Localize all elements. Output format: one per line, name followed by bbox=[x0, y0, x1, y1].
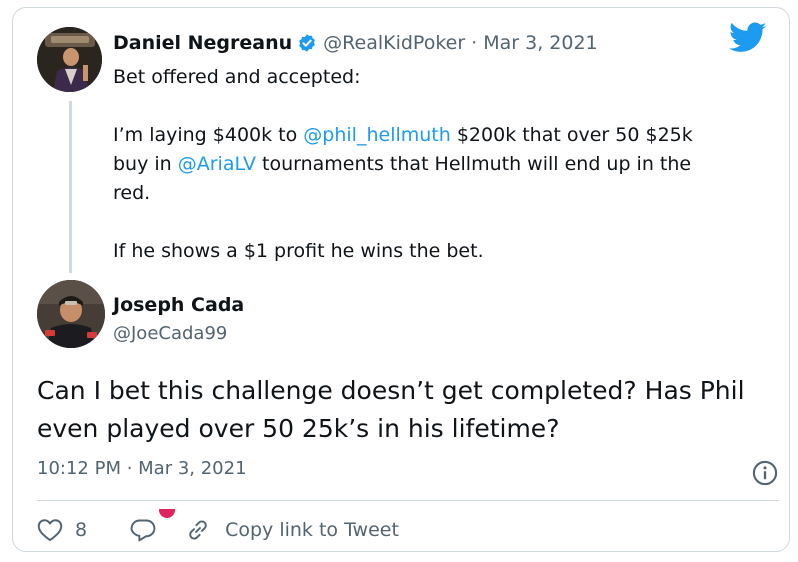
like-count: 8 bbox=[75, 519, 88, 541]
info-icon[interactable] bbox=[751, 459, 779, 487]
mention-arialv[interactable]: @AriaLV bbox=[178, 153, 256, 175]
quoted-paragraph-2: If he shows a $1 profit he wins the bet. bbox=[113, 240, 484, 262]
avatar-joseph-cada[interactable] bbox=[37, 280, 105, 348]
quoted-author-handle[interactable]: @RealKidPoker bbox=[323, 32, 465, 54]
mention-phil-hellmuth[interactable]: @phil_hellmuth bbox=[303, 124, 451, 146]
notification-indicator bbox=[159, 509, 176, 518]
thread-connector-line bbox=[69, 101, 72, 273]
avatar-daniel-negreanu[interactable] bbox=[37, 27, 102, 92]
tweet-embed-card: Daniel Negreanu @RealKidPoker · Mar 3, 2… bbox=[12, 7, 790, 552]
like-button[interactable]: 8 bbox=[37, 518, 87, 542]
tweet-timestamp[interactable]: 10:12 PM · Mar 3, 2021 bbox=[37, 458, 247, 479]
heart-icon bbox=[37, 519, 63, 542]
main-author-name[interactable]: Joseph Cada bbox=[113, 294, 244, 316]
main-tweet-text: Can I bet this challenge doesn’t get com… bbox=[37, 376, 745, 443]
quoted-tweet-date[interactable]: Mar 3, 2021 bbox=[483, 32, 597, 54]
quoted-tweet-header: Daniel Negreanu @RealKidPoker · Mar 3, 2… bbox=[113, 30, 598, 56]
quoted-paragraph-1: I’m laying $400k to @phil_hellmuth $200k… bbox=[113, 121, 723, 208]
para1-text-a: I’m laying $400k to bbox=[113, 124, 304, 146]
twitter-bird-icon[interactable] bbox=[729, 22, 767, 54]
reply-bubble-icon bbox=[130, 519, 156, 542]
reply-button[interactable] bbox=[129, 509, 176, 542]
main-author-handle[interactable]: @JoeCada99 bbox=[113, 323, 227, 344]
header-separator: · bbox=[471, 32, 478, 54]
verified-badge-icon bbox=[299, 34, 316, 52]
link-icon bbox=[189, 520, 207, 540]
quoted-tweet-body: Bet offered and accepted: I’m laying $40… bbox=[113, 63, 723, 266]
copy-link-label: Copy link to Tweet bbox=[225, 519, 399, 541]
tweet-actions-bar: 8 Copy link to Tweet bbox=[37, 509, 399, 545]
quoted-intro-line: Bet offered and accepted: bbox=[113, 66, 361, 88]
quoted-author-name[interactable]: Daniel Negreanu bbox=[113, 32, 292, 54]
copy-link-button[interactable]: Copy link to Tweet bbox=[185, 517, 399, 543]
actions-divider bbox=[37, 500, 779, 501]
